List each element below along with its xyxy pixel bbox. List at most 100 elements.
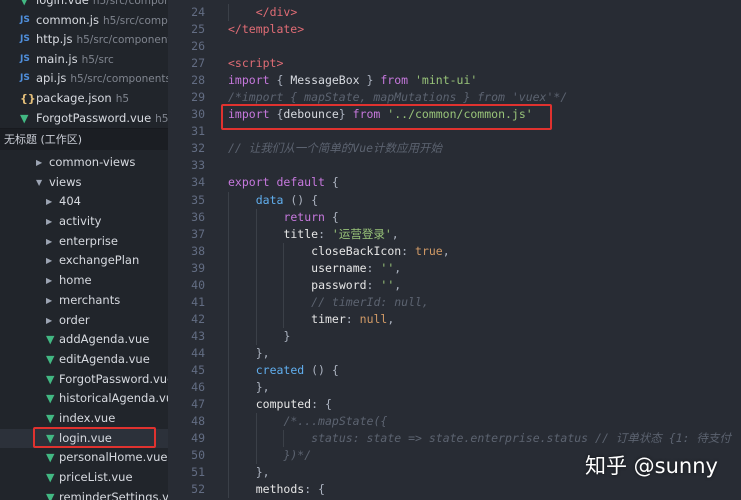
chevron-down-icon[interactable]: ▼ — [36, 173, 46, 193]
tree-file[interactable]: ▼ index.vue — [0, 409, 168, 429]
indent-guide — [283, 293, 285, 311]
tree-folder[interactable]: ▶ common-views — [0, 153, 168, 173]
code-line[interactable]: 24 </div> — [168, 4, 741, 22]
tree-item-label: views — [49, 174, 82, 189]
code-line[interactable]: 48 /*...mapState({ — [168, 413, 741, 431]
code-line[interactable]: 39 username: '', — [168, 259, 741, 277]
tree-folder[interactable]: ▶ order — [0, 311, 168, 331]
chevron-right-icon[interactable]: ▶ — [36, 153, 46, 173]
code-line[interactable]: 49 status: state => state.enterprise.stat… — [168, 430, 741, 448]
open-editor-item[interactable]: ▼ login.vueh5/src/compon... — [0, 0, 168, 11]
explorer-sidebar: ▼login.vueh5/src/compon...JScommon.jsh5/… — [0, 0, 168, 500]
open-editor-item[interactable]: ▼ ForgotPassword.vueh5/... — [0, 109, 168, 129]
code-line[interactable]: 36 return { — [168, 208, 741, 226]
tree-file[interactable]: ▼ addAgenda.vue — [0, 330, 168, 350]
chevron-right-icon[interactable]: ▶ — [46, 192, 56, 212]
line-number: 24 — [191, 5, 205, 19]
code-token: , — [442, 243, 450, 258]
code-line[interactable]: 44}, — [168, 344, 741, 362]
line-number: 38 — [191, 243, 205, 258]
code-line[interactable]: 25 </template> — [168, 21, 741, 38]
open-editor-item[interactable]: JS http.jsh5/src/component... — [0, 30, 168, 50]
chevron-right-icon[interactable]: ▶ — [46, 251, 56, 271]
chevron-right-icon[interactable]: ▶ — [46, 271, 56, 291]
indent-guide — [255, 310, 257, 328]
tree-file[interactable]: ▼ historicalAgenda.vue — [0, 389, 168, 409]
code-line[interactable]: 32 // 让我们从一个简单的Vue计数应用开始 — [168, 140, 741, 157]
tree-file[interactable]: ▼ ForgotPassword.vue — [0, 370, 168, 390]
code-line[interactable]: 40 password: '', — [168, 276, 741, 294]
code-line[interactable]: 42 timer: null, — [168, 310, 741, 328]
code-token: }, — [255, 465, 270, 480]
tree-file[interactable]: ▼ editAgenda.vue — [0, 350, 168, 370]
line-number: 26 — [191, 39, 205, 54]
code-text: } — [283, 328, 290, 345]
code-line[interactable]: 46}, — [168, 379, 741, 397]
open-editor-item[interactable]: JS common.jsh5/src/comp... — [0, 11, 168, 31]
code-line[interactable]: 33 — [168, 157, 741, 174]
code-token: // timerId: null, — [311, 294, 429, 309]
chevron-right-icon[interactable]: ▶ — [46, 291, 56, 311]
open-editor-name: package.json — [36, 90, 112, 105]
tree-file[interactable]: ▼ personalHome.vue — [0, 448, 168, 468]
line-number: 51 — [191, 465, 205, 480]
tree-file[interactable]: ▼ reminderSettings.v — [0, 488, 168, 500]
line-number: 52 — [191, 482, 205, 497]
code-editor[interactable]: 24 </div> 25 </template> 26 27 <script> 28 impor… — [168, 0, 741, 500]
tree-file[interactable]: ▼ priceList.vue — [0, 468, 168, 488]
vue-file-icon: ▼ — [20, 0, 29, 7]
code-line[interactable]: 34 export default { — [168, 174, 741, 191]
tree-folder[interactable]: ▼ views — [0, 173, 168, 193]
chevron-right-icon[interactable]: ▶ — [46, 232, 56, 252]
indent-guide — [255, 327, 257, 345]
tree-item-label: common-views — [49, 155, 136, 169]
tree-item-label: exchangePlan — [59, 253, 140, 268]
code-token: , — [387, 311, 395, 326]
code-line[interactable]: 26 — [168, 38, 741, 55]
tree-folder[interactable]: ▶ 404 — [0, 192, 168, 212]
code-line[interactable]: 43} — [168, 327, 741, 345]
vue-file-icon: ▼ — [46, 411, 55, 425]
code-token: /*...mapState({ — [283, 414, 388, 429]
open-editor-item[interactable]: {} package.json h5 — [0, 89, 168, 109]
code-line[interactable]: 52 methods: { — [168, 481, 741, 499]
line-number: 35 — [191, 192, 205, 207]
code-line[interactable]: 47 computed: { — [168, 396, 741, 414]
code-line[interactable]: 38 closeBackIcon: true, — [168, 242, 741, 260]
code-token: created — [255, 362, 305, 377]
code-token: }, — [255, 380, 270, 395]
tree-folder[interactable]: ▶ activity — [0, 212, 168, 232]
indent-guide — [255, 208, 257, 226]
open-editor-item[interactable]: JS main.js h5/src — [0, 50, 168, 70]
code-token: : { — [304, 482, 325, 497]
code-line[interactable]: 37 title: '运营登录', — [168, 225, 741, 243]
chevron-right-icon[interactable]: ▶ — [46, 311, 56, 331]
indent-guide — [283, 430, 285, 448]
code-line[interactable]: 41 // timerId: null, — [168, 293, 741, 311]
vue-file-icon: ▼ — [46, 333, 55, 347]
tree-folder[interactable]: ▶ exchangePlan — [0, 251, 168, 271]
code-text: username: '', — [311, 260, 401, 277]
code-token: null — [359, 311, 388, 326]
open-editor-name: ForgotPassword.vue — [36, 110, 152, 125]
tree-folder[interactable]: ▶ merchants — [0, 291, 168, 311]
code-line[interactable]: 35 data () { — [168, 191, 741, 209]
vue-file-icon: ▼ — [20, 111, 29, 125]
code-line[interactable]: 28 import { MessageBox } from 'mint-ui' — [168, 72, 741, 89]
code-token: export — [228, 175, 270, 190]
line-number: 42 — [191, 311, 205, 326]
open-editor-item[interactable]: JS api.jsh5/src/components... — [0, 69, 168, 89]
indent-guide — [228, 413, 229, 431]
code-line[interactable]: 27 <script> — [168, 55, 741, 72]
code-text: import { MessageBox } from 'mint-ui' — [228, 72, 477, 89]
code-lines[interactable]: 24 </div> 25 </template> 26 27 <script> 28 impor… — [168, 4, 741, 499]
code-token: , — [394, 277, 402, 292]
tree-folder[interactable]: ▶ enterprise — [0, 232, 168, 252]
line-number: 50 — [191, 448, 205, 463]
tree-folder[interactable]: ▶ home — [0, 271, 168, 291]
workspace-header[interactable]: 无标题 (工作区) — [0, 128, 168, 150]
chevron-right-icon[interactable]: ▶ — [46, 212, 56, 232]
vue-file-icon: ▼ — [46, 392, 55, 406]
code-line[interactable]: 45 created () { — [168, 361, 741, 380]
js-file-icon: JS — [20, 14, 30, 25]
